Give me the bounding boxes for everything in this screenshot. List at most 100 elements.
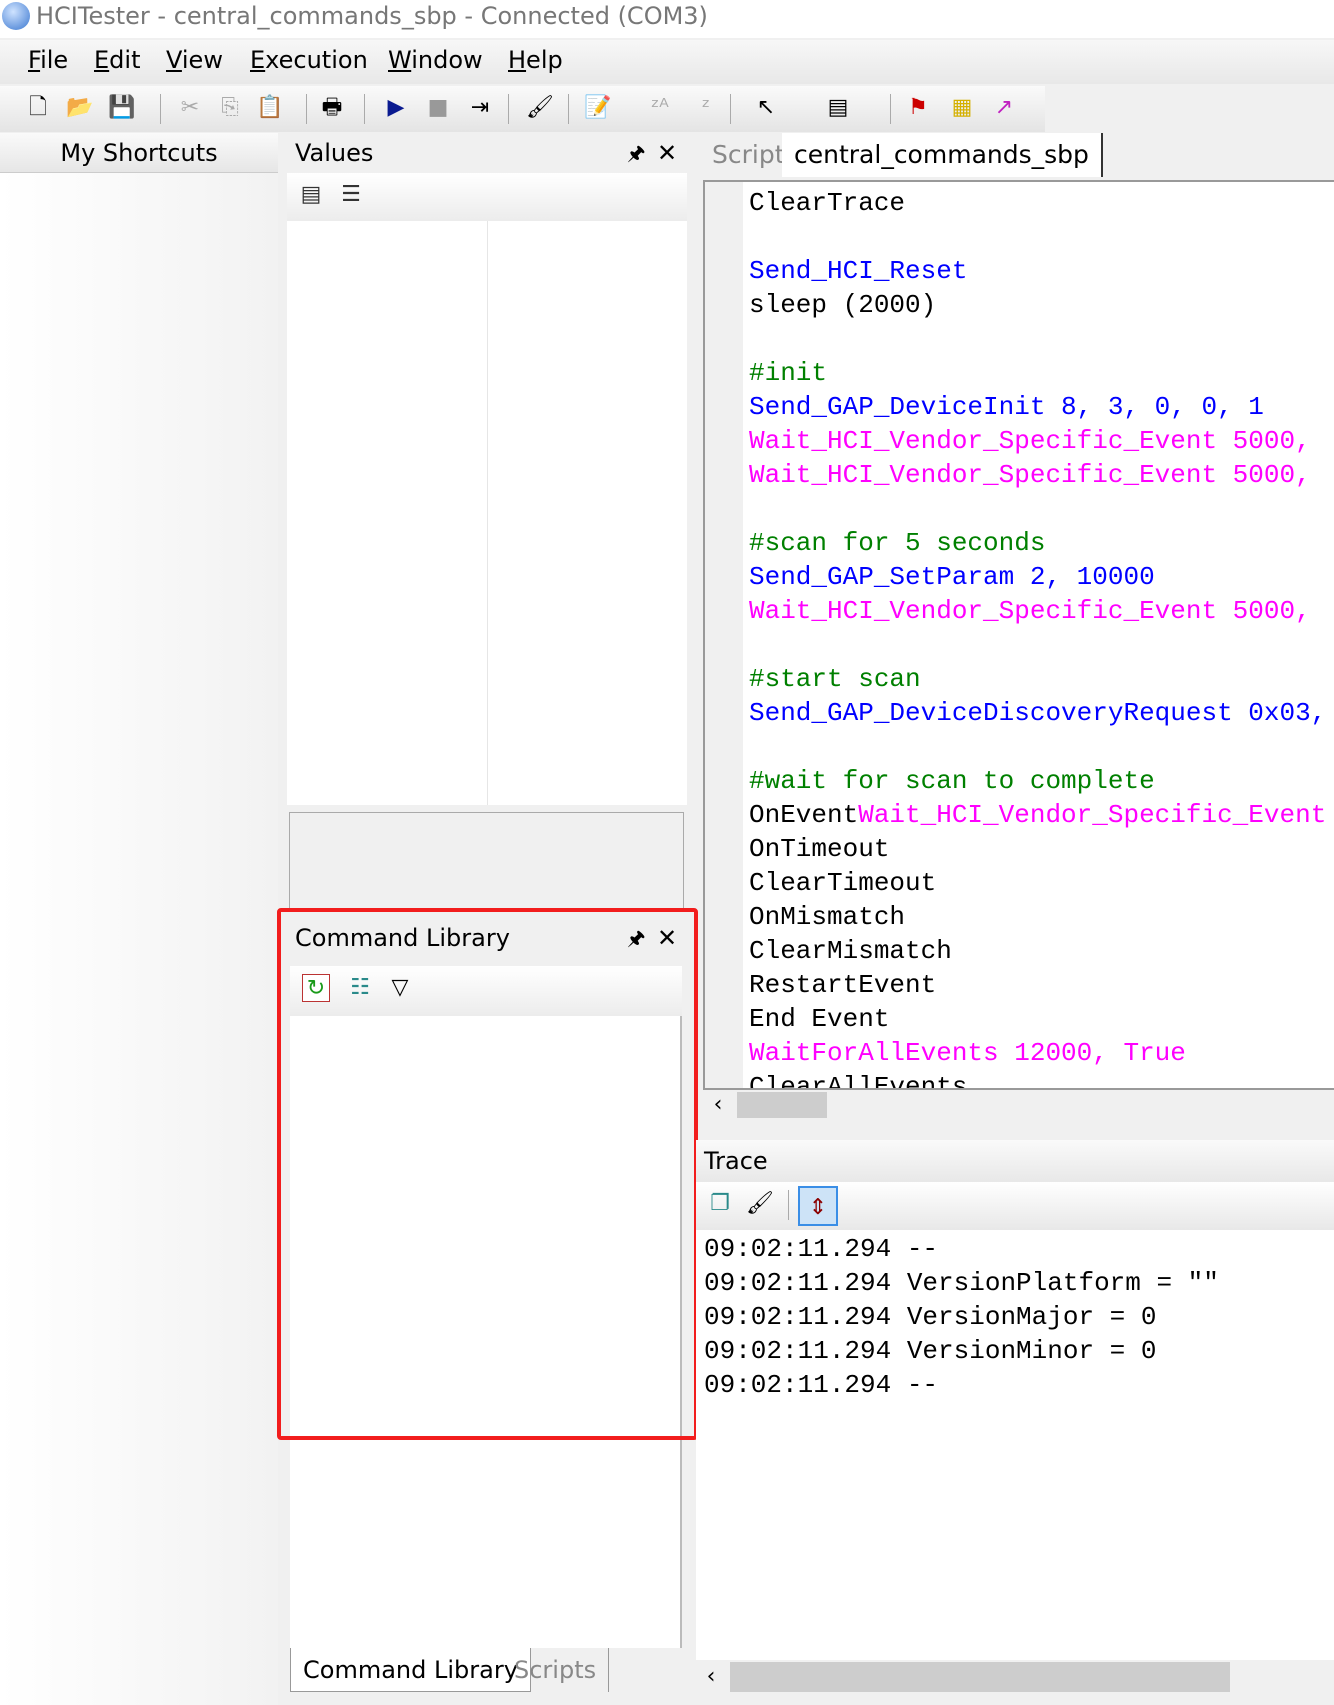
autoscroll-icon[interactable]: ⇕ — [798, 1186, 838, 1226]
menu-help[interactable]: Help — [508, 46, 563, 74]
properties-icon[interactable]: 📝 — [584, 94, 612, 122]
editor-horizontal-scrollbar[interactable]: ‹ — [703, 1090, 1334, 1120]
menu-window[interactable]: Window — [388, 46, 483, 74]
code-token: #init — [749, 358, 828, 388]
code-token: Wait_HCI_Vendor_Specific_Event 5000, — [749, 426, 1311, 456]
menu-file[interactable]: File — [28, 46, 68, 74]
tab-central-commands-sbp[interactable]: central_commands_sbp — [782, 133, 1103, 177]
code-token: #scan for 5 seconds — [749, 528, 1046, 558]
toolbar-separator — [306, 94, 307, 124]
sort-az-icon[interactable]: ᶻᴬ — [646, 94, 674, 122]
code-token: WaitForAllEvents 12000, True — [749, 1038, 1186, 1068]
pin-icon[interactable]: 🖈 — [627, 133, 646, 173]
scroll-thumb[interactable] — [737, 1092, 827, 1118]
code-token: Send_GAP_DeviceInit 8, 3, 0, 0, 1 — [749, 392, 1264, 422]
clear-icon[interactable]: 🖌 — [526, 94, 554, 122]
code-line: End Event — [749, 1002, 1326, 1036]
paste-icon[interactable]: 📋 — [256, 94, 284, 122]
trace-line: 09:02:11.294 VersionMajor = 0 — [704, 1302, 1157, 1332]
code-token: ClearTrace — [749, 188, 906, 218]
menu-view[interactable]: View — [166, 46, 223, 74]
code-token: ClearTimeout — [749, 868, 937, 898]
toolbar-separator — [508, 94, 509, 124]
shortcuts-title: My Shortcuts — [60, 139, 218, 167]
trace-line: 09:02:11.294 -- — [704, 1370, 939, 1400]
highlight-box — [277, 908, 698, 1440]
code-line: ClearAllEvents — [749, 1070, 1326, 1090]
close-icon[interactable]: ✕ — [657, 133, 677, 173]
app-icon — [2, 2, 30, 30]
code-line: #scan for 5 seconds — [749, 526, 1326, 560]
values-toolbar: ▤ ☰ — [287, 173, 687, 221]
trace-horizontal-scrollbar[interactable]: ‹ — [696, 1660, 1334, 1694]
code-line: #start scan — [749, 662, 1326, 696]
script-editor[interactable]: ClearTrace Send_HCI_Resetsleep (2000) #ini… — [703, 180, 1334, 1090]
code-line: RestartEvent — [749, 968, 1326, 1002]
clear-trace-icon[interactable]: 🖌 — [746, 1190, 774, 1218]
menu-execution[interactable]: Execution — [250, 46, 368, 74]
add-value-icon[interactable]: ☰ — [337, 181, 365, 209]
step-icon[interactable]: ⇥ — [466, 94, 494, 122]
tab-command-library[interactable]: Command Library — [290, 1648, 531, 1692]
copy-icon[interactable]: ⎘ — [216, 94, 244, 122]
main-toolbar: 🗋 📂 💾 ✂ ⎘ 📋 🖶 ▶ ■ ⇥ 🖌 📝 ᶻᴬ ᶻ ↖ ▤ ⚑ ▦ ↗ — [0, 86, 1045, 132]
scroll-left-icon[interactable]: ‹ — [703, 1090, 733, 1120]
panel-tabs: Command Library Scripts — [290, 1648, 687, 1694]
code-line: Send_GAP_DeviceDiscoveryRequest 0x03, — [749, 696, 1326, 730]
copy-trace-icon[interactable]: ❐ — [706, 1190, 734, 1218]
code-token: ClearMismatch — [749, 936, 952, 966]
column-divider[interactable] — [487, 221, 488, 805]
code-token: OnMismatch — [749, 902, 906, 932]
values-detail — [289, 812, 684, 912]
print-icon[interactable]: 🖶 — [318, 94, 346, 122]
sort-za-icon[interactable]: ᶻ — [692, 94, 720, 122]
code-area[interactable]: ClearTrace Send_HCI_Resetsleep (2000) #ini… — [749, 186, 1326, 1090]
link-icon[interactable]: ↗ — [990, 94, 1018, 122]
code-line: WaitForAllEvents 12000, True — [749, 1036, 1326, 1070]
code-line: Send_GAP_DeviceInit 8, 3, 0, 0, 1 — [749, 390, 1326, 424]
editor-gutter — [705, 182, 743, 1088]
export-icon[interactable]: ▤ — [297, 181, 325, 209]
connect-icon[interactable]: ⚑ — [904, 94, 932, 122]
code-token: #start scan — [749, 664, 921, 694]
title-bar: HCITester - central_commands_sbp - Conne… — [0, 0, 1334, 38]
window-title: HCITester - central_commands_sbp - Conne… — [36, 2, 708, 30]
code-line: ClearTimeout — [749, 866, 1326, 900]
code-token: OnEvent — [749, 800, 859, 830]
trace-header: Trace — [696, 1140, 1334, 1182]
toolbar-separator — [364, 94, 365, 124]
code-token: #wait for scan to complete — [749, 766, 1155, 796]
code-token: sleep (2000) — [749, 290, 937, 320]
new-file-icon[interactable]: 🗋 — [24, 94, 52, 122]
save-icon[interactable]: 💾 — [108, 94, 136, 122]
trace-output: 09:02:11.294 -- 09:02:11.294 VersionPlatf… — [696, 1230, 1334, 1660]
window-list-icon[interactable]: ▤ — [824, 94, 852, 122]
code-token: ClearAllEvents — [749, 1072, 968, 1090]
code-line: #wait for scan to complete — [749, 764, 1326, 798]
code-line: #init — [749, 356, 1326, 390]
code-token: Send_HCI_Reset — [749, 256, 968, 286]
shortcuts-panel — [0, 133, 278, 1705]
code-token: OnTimeout — [749, 834, 890, 864]
hci-icon[interactable]: ▦ — [948, 94, 976, 122]
trace-title: Trace — [704, 1147, 768, 1175]
code-line: Wait_HCI_Vendor_Specific_Event 5000, — [749, 594, 1326, 628]
toolbar-separator — [730, 94, 731, 124]
code-token: RestartEvent — [749, 970, 937, 1000]
scroll-left-icon[interactable]: ‹ — [696, 1662, 726, 1692]
open-folder-icon[interactable]: 📂 — [66, 94, 94, 122]
trace-line: 09:02:11.294 -- — [704, 1234, 939, 1264]
cut-icon[interactable]: ✂ — [176, 94, 204, 122]
trace-line: 09:02:11.294 VersionMinor = 0 — [704, 1336, 1157, 1366]
run-icon[interactable]: ▶ — [382, 94, 410, 122]
pointer-icon[interactable]: ↖ — [752, 94, 780, 122]
tab-scripts[interactable]: Scripts — [502, 1648, 610, 1692]
stop-icon[interactable]: ■ — [424, 94, 452, 122]
trace-line: 09:02:11.294 VersionPlatform = "" — [704, 1268, 1219, 1298]
scroll-thumb[interactable] — [730, 1662, 1230, 1692]
code-line: Wait_HCI_Vendor_Specific_Event 5000, — [749, 458, 1326, 492]
menu-edit[interactable]: Edit — [94, 46, 140, 74]
